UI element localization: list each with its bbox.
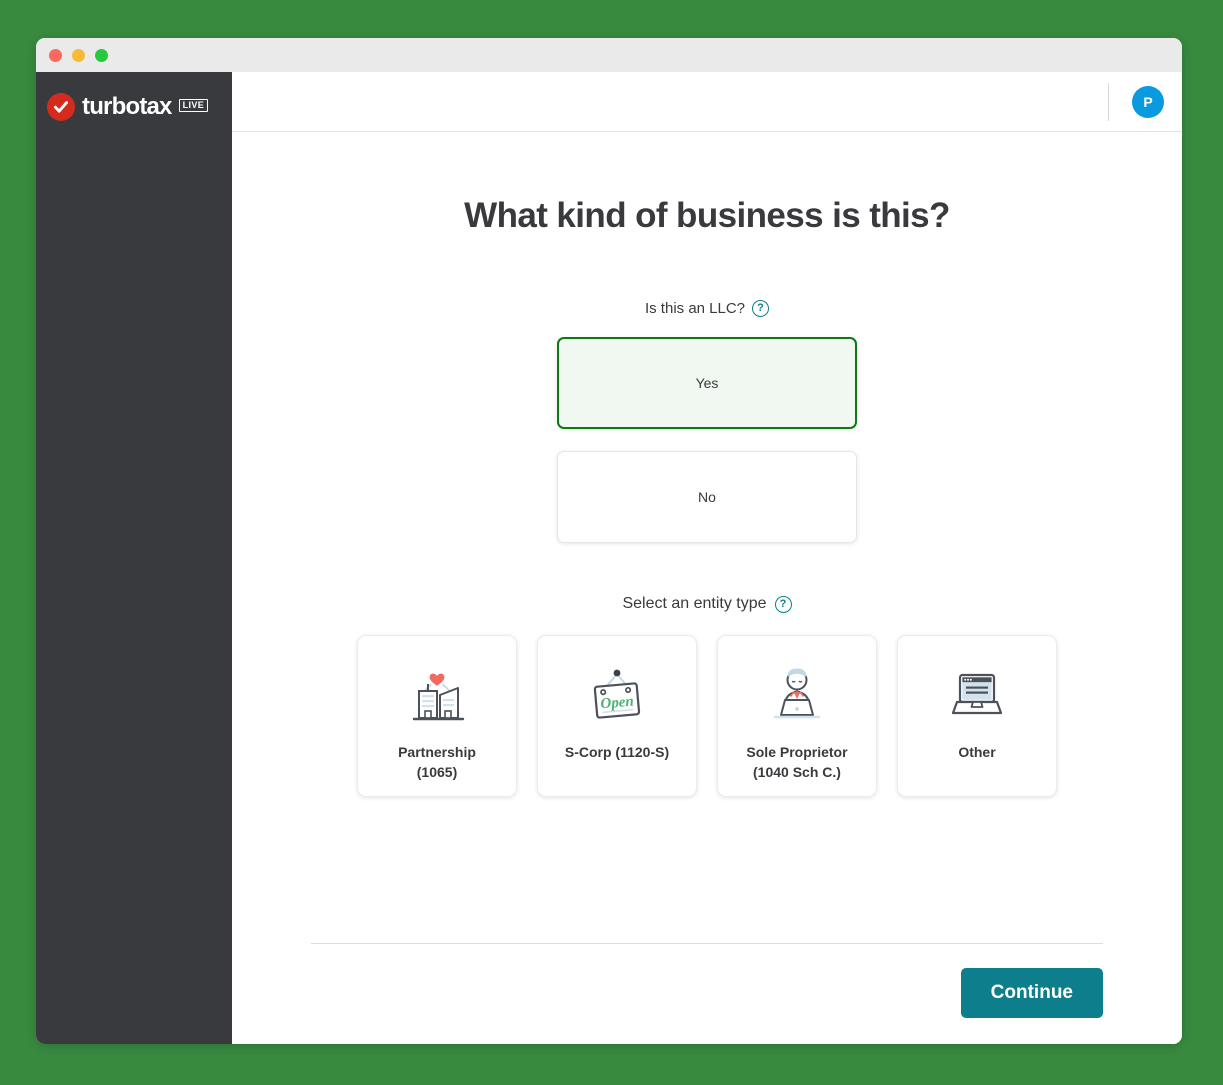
two-buildings-heart-icon <box>401 662 473 726</box>
llc-question-text: Is this an LLC? <box>644 300 746 317</box>
entity-option-other[interactable]: Other <box>897 635 1057 797</box>
continue-button[interactable]: Continue <box>960 968 1103 1018</box>
entity-type-label: Select an entity type ? <box>311 595 1103 613</box>
person-laptop-icon <box>761 662 833 726</box>
sidebar: turbotax LIVE <box>36 72 232 1044</box>
avatar[interactable]: P <box>1132 85 1164 118</box>
entity-type-text: Select an entity type <box>622 595 767 612</box>
window-titlebar <box>36 38 1182 72</box>
llc-options: Yes No <box>311 337 1103 543</box>
entity-option-sole-proprietor[interactable]: Sole Proprietor (1040 Sch C.) <box>717 635 877 797</box>
logo-wordmark: turbotax <box>82 93 172 120</box>
laptop-browser-icon <box>941 662 1013 726</box>
entity-option-partnership[interactable]: Partnership (1065) <box>357 635 517 797</box>
llc-option-yes[interactable]: Yes <box>557 337 857 429</box>
main-area: P What kind of business is this? Is this… <box>232 72 1182 1044</box>
entity-option-scorp[interactable]: Open S-Corp (1120-S) <box>537 635 697 797</box>
window-maximize-button[interactable] <box>95 48 108 62</box>
help-icon-llc[interactable]: ? <box>752 300 770 317</box>
llc-option-no[interactable]: No <box>557 451 857 543</box>
logo-live-badge: LIVE <box>178 99 209 112</box>
checkmark-icon <box>47 93 75 121</box>
footer-actions: Continue <box>311 944 1103 1018</box>
topbar-divider <box>1108 82 1109 121</box>
window-close-button[interactable] <box>49 48 62 62</box>
entity-option-other-label: Other <box>958 744 996 760</box>
entity-option-sole-proprietor-label: Sole Proprietor (1040 Sch C.) <box>746 744 848 781</box>
llc-option-yes-label: Yes <box>695 375 719 391</box>
open-sign-icon: Open <box>581 662 653 726</box>
help-icon-entity[interactable]: ? <box>774 595 792 613</box>
turbotax-logo[interactable]: turbotax LIVE <box>36 93 232 121</box>
top-bar: P <box>232 72 1182 132</box>
llc-option-no-label: No <box>698 489 716 505</box>
browser-window: turbotax LIVE P What kind of business is… <box>36 38 1182 1044</box>
entity-option-partnership-label: Partnership (1065) <box>398 744 476 781</box>
content-area: What kind of business is this? Is this a… <box>232 132 1182 1044</box>
page-title: What kind of business is this? <box>464 196 950 235</box>
window-minimize-button[interactable] <box>72 48 85 62</box>
footer: Continue <box>311 943 1103 1044</box>
entity-option-scorp-label: S-Corp (1120-S) <box>564 744 670 760</box>
window-body: turbotax LIVE P What kind of business is… <box>36 72 1182 1044</box>
entity-type-options: Partnership (1065) Open S-Corp (1120-S) … <box>311 635 1103 797</box>
llc-question-label: Is this an LLC? ? <box>311 300 1103 317</box>
